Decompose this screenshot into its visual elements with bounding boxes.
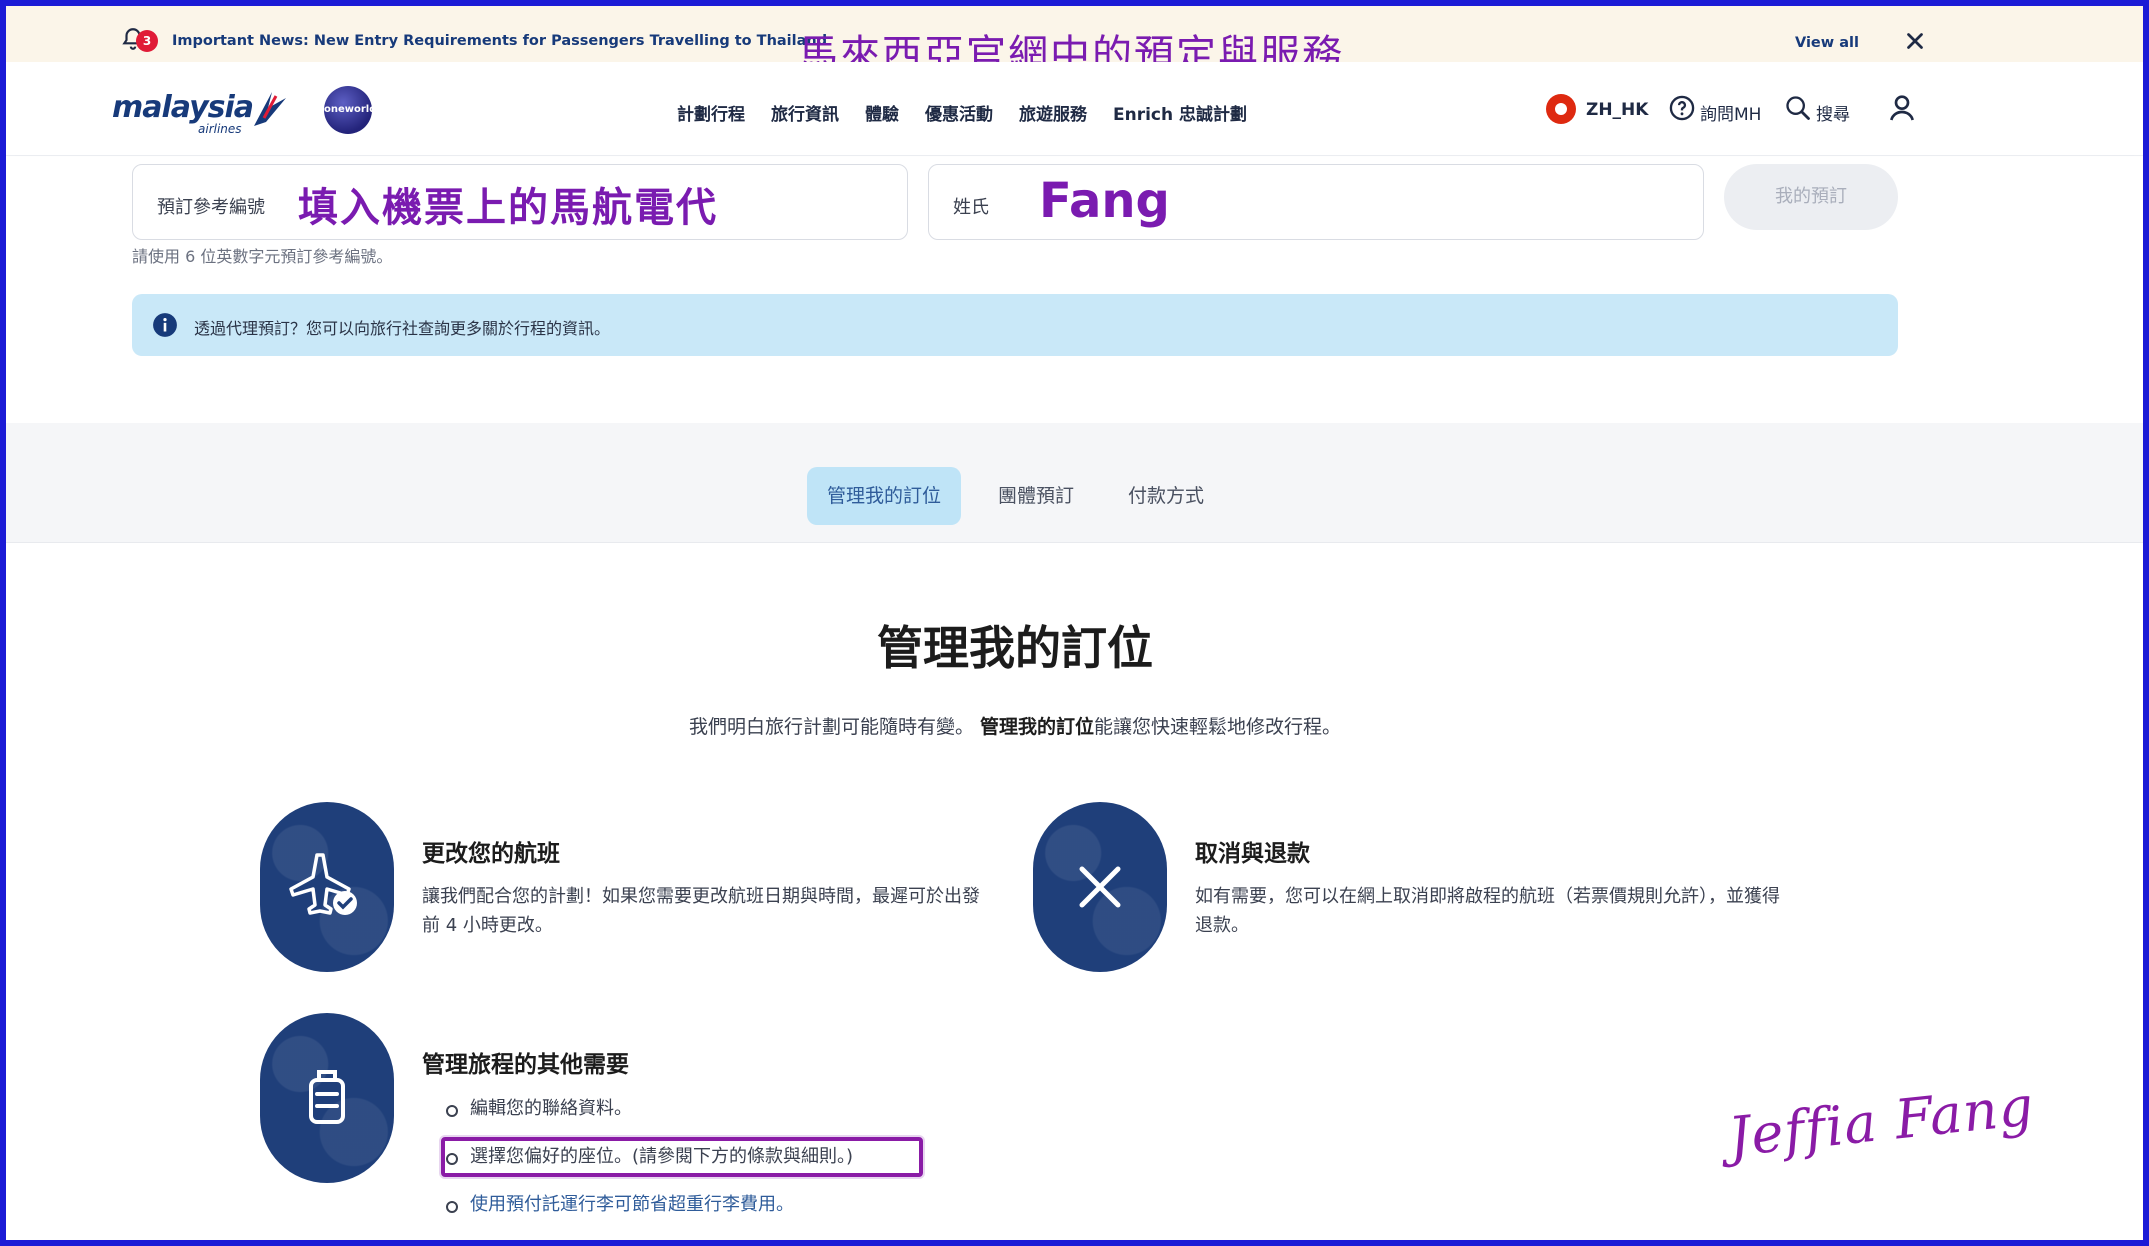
- oneworld-logo[interactable]: oneworld: [324, 86, 376, 134]
- booking-ref-field[interactable]: 預訂參考編號 填入機票上的馬航電代: [132, 164, 908, 240]
- nav-travel-services[interactable]: 旅遊服務: [1019, 100, 1087, 125]
- booking-ref-hint: 請使用 6 位英數字元預訂參考編號。: [132, 247, 393, 266]
- moon-kite-logo-icon: [254, 92, 286, 126]
- booking-ref-input[interactable]: 填入機票上的馬航電代: [298, 175, 718, 233]
- luggage-icon: [309, 1070, 345, 1124]
- booking-ref-label: 預訂參考編號: [157, 197, 265, 218]
- surname-input[interactable]: Fang: [1039, 173, 1170, 229]
- tab-group-booking[interactable]: 團體預訂: [981, 467, 1091, 525]
- search-icon[interactable]: [1784, 94, 1812, 122]
- close-icon[interactable]: [1902, 28, 1928, 54]
- agent-info-banner: 透過代理預訂？您可以向旅行社查詢更多關於行程的資訊。: [132, 294, 1898, 356]
- change-flight-desc: 讓我們配合您的計劃！如果您需要更改航班日期與時間，最遲可於出發前 4 小時更改。: [422, 886, 980, 936]
- ask-mh-link[interactable]: 詢問MH: [1700, 100, 1761, 125]
- page-title: 管理我的訂位: [877, 621, 1153, 675]
- cancel-refund-badge: [1033, 802, 1167, 972]
- intro-after: 能讓您快速輕鬆地修改行程。: [1094, 716, 1342, 738]
- booking-lookup: 預訂參考編號 填入機票上的馬航電代 姓氏 Fang 我的預訂 請使用 6 位英數…: [6, 157, 2143, 423]
- list-item-contact[interactable]: 編輯您的聯絡資料。: [446, 1095, 853, 1143]
- nav-travel-info[interactable]: 旅行資訊: [771, 100, 839, 125]
- nav-deals[interactable]: 優惠活動: [925, 100, 993, 125]
- malaysia-airlines-logo[interactable]: malaysia: [112, 90, 254, 125]
- close-icon: [1079, 866, 1121, 908]
- surname-label: 姓氏: [953, 197, 989, 218]
- news-link[interactable]: Important News: New Entry Requirements f…: [172, 33, 827, 49]
- question-icon[interactable]: [1668, 94, 1696, 122]
- hk-flag-icon[interactable]: [1546, 94, 1576, 124]
- seat-highlight-annotation: [441, 1137, 923, 1177]
- cancel-refund-desc: 如有需要，您可以在網上取消即將啟程的航班（若票價規則允許），並獲得退款。: [1195, 886, 1780, 936]
- news-bar: 3 Important News: New Entry Requirements…: [6, 6, 2143, 78]
- site-header: malaysia airlines oneworld 計劃行程 旅行資訊 體驗 …: [6, 62, 2143, 156]
- tabs-band: 管理我的訂位 團體預訂 付款方式: [6, 423, 2143, 543]
- main-nav: 計劃行程 旅行資訊 體驗 優惠活動 旅遊服務 Enrich 忠誠計劃: [677, 100, 1247, 125]
- intro-bold: 管理我的訂位: [980, 716, 1095, 738]
- notification-badge: 3: [136, 30, 158, 52]
- plane-check-icon: [289, 853, 357, 915]
- list-item-baggage[interactable]: 使用預付託運行李可節省超重行李費用。: [446, 1191, 853, 1239]
- nav-experience[interactable]: 體驗: [865, 100, 899, 125]
- change-flight-badge: [260, 802, 394, 972]
- language-selector[interactable]: ZH_HK: [1586, 100, 1648, 120]
- change-flight-title[interactable]: 更改您的航班: [422, 834, 560, 868]
- cancel-refund-title[interactable]: 取消與退款: [1195, 834, 1310, 868]
- nav-enrich[interactable]: Enrich 忠誠計劃: [1113, 100, 1247, 125]
- agent-info-text: 透過代理預訂？您可以向旅行社查詢更多關於行程的資訊。: [194, 319, 611, 338]
- tab-manage-booking[interactable]: 管理我的訂位: [807, 467, 961, 525]
- search-link[interactable]: 搜尋: [1816, 100, 1850, 125]
- surname-field[interactable]: 姓氏 Fang: [928, 164, 1704, 240]
- user-icon[interactable]: [1886, 92, 1918, 124]
- info-icon: [153, 313, 177, 337]
- manage-needs-badge: [260, 1013, 394, 1183]
- author-signature: Jeffia Fang: [1725, 1074, 2038, 1169]
- tab-payment-methods[interactable]: 付款方式: [1111, 467, 1221, 525]
- manage-needs-title[interactable]: 管理旅程的其他需要: [422, 1045, 629, 1079]
- intro-before: 我們明白旅行計劃可能隨時有變。: [688, 716, 974, 738]
- my-booking-button[interactable]: 我的預訂: [1724, 164, 1898, 230]
- intro-text: 我們明白旅行計劃可能隨時有變。 管理我的訂位能讓您快速輕鬆地修改行程。: [0, 712, 2030, 739]
- nav-plan-trip[interactable]: 計劃行程: [677, 100, 745, 125]
- view-all-link[interactable]: View all: [1795, 35, 1859, 51]
- logo-sub: airlines: [198, 122, 242, 136]
